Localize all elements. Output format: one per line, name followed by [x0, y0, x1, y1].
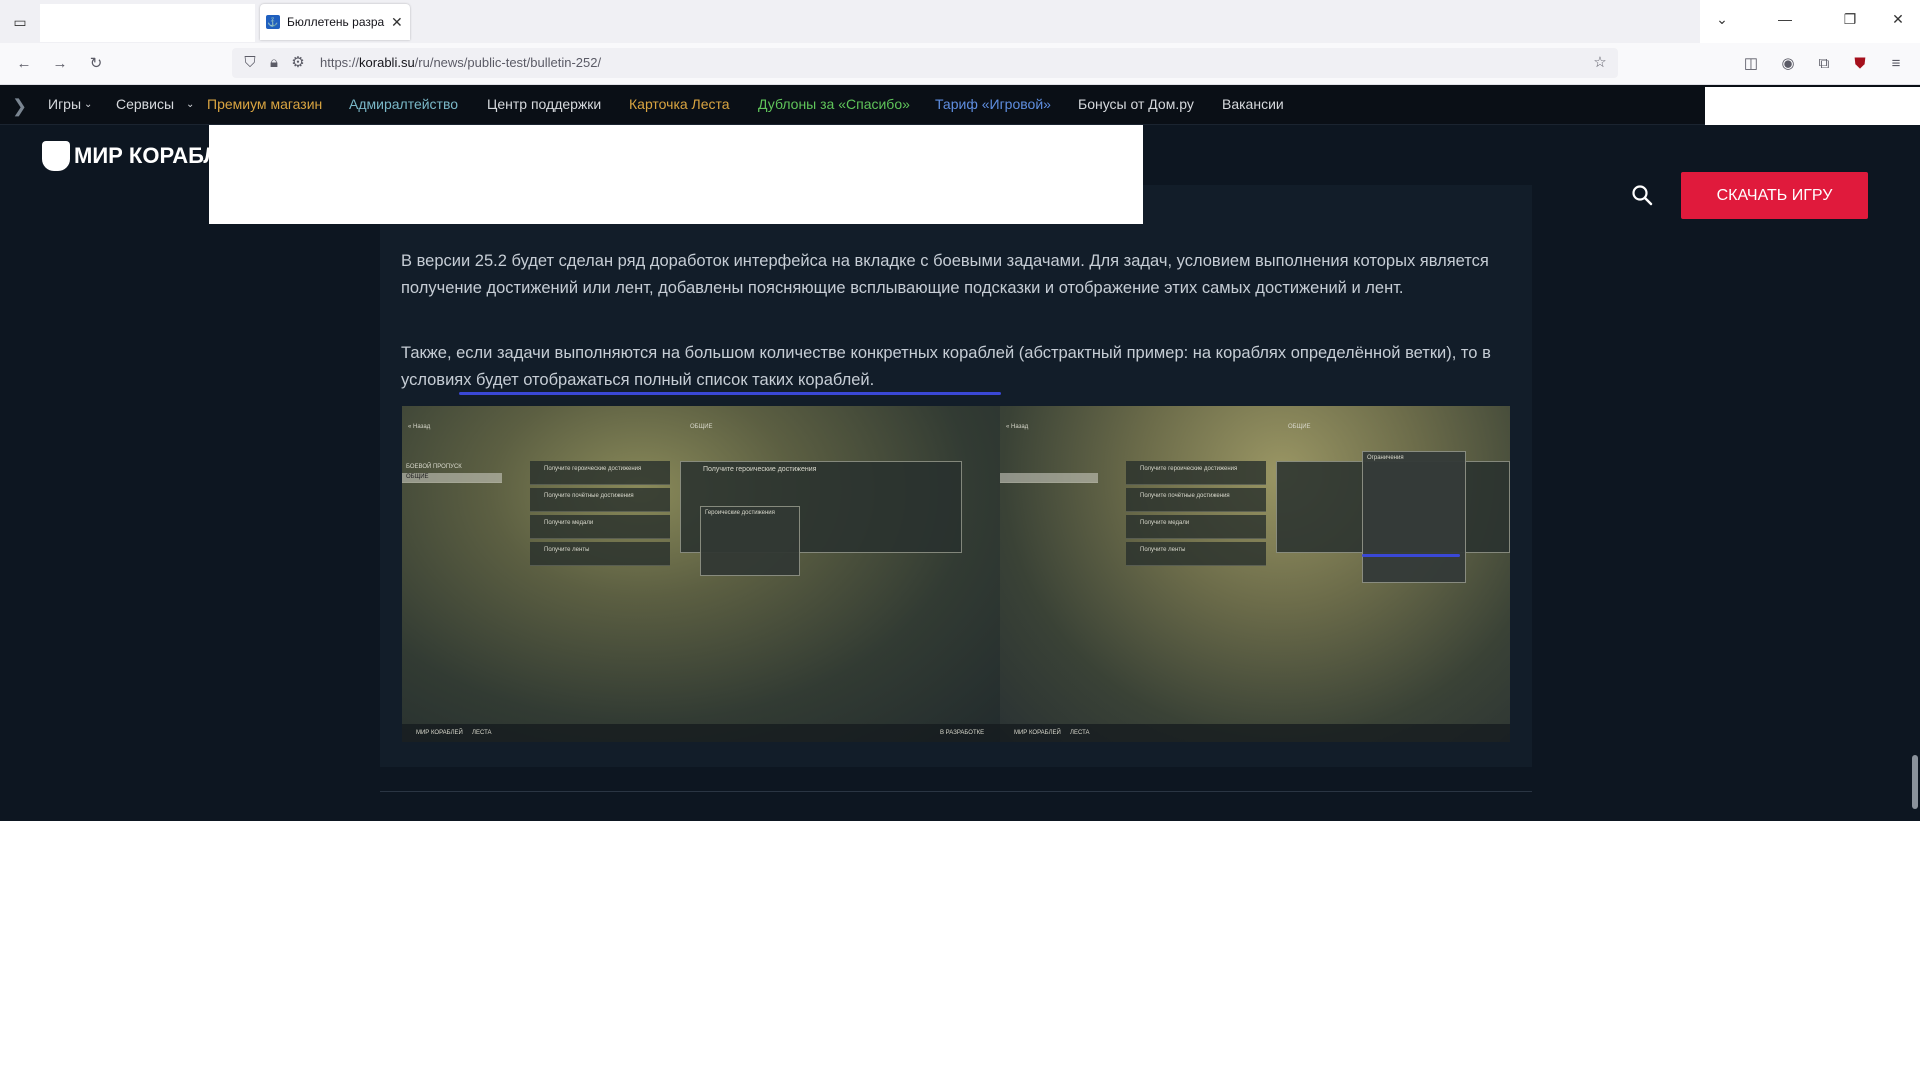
site-viewport: ❯ Игры ⌄ Сервисы ⌄ Премиум магазин Адмиралтей…	[0, 85, 1920, 821]
extensions-icon[interactable]: ⧉	[1814, 54, 1834, 74]
url-path: /ru/news/public-test/bulletin-252/	[414, 55, 602, 70]
topnav-item-2[interactable]: Премиум магазин	[207, 96, 322, 112]
shot-back-label-2: « Назад	[1006, 424, 1029, 430]
download-game-button[interactable]: СКАЧАТЬ ИГРУ	[1681, 172, 1868, 219]
shot-task-4: Получите ленты	[530, 542, 670, 566]
shield-icon[interactable]: ⛉	[240, 53, 260, 73]
minimize-icon[interactable]: —	[1775, 11, 1795, 27]
site-top-nav: ❯ Игры ⌄ Сервисы ⌄ Премиум магазин Адмиралтей…	[0, 85, 1920, 125]
window-controls: ⌄ — ❐ ✕	[1700, 0, 1920, 43]
ublock-shield-icon[interactable]: ⛊	[1850, 54, 1870, 74]
chevron-down-icon[interactable]: ⌄	[84, 99, 92, 110]
reload-icon[interactable]: ↻	[86, 54, 106, 74]
topnav-blank-box	[1705, 87, 1920, 125]
chevron-down-icon[interactable]: ⌄	[186, 99, 194, 110]
site-favicon-icon: ⚓	[266, 15, 280, 29]
browser-tab-active[interactable]: ⚓ Бюллетень разра ✕	[260, 4, 410, 40]
shot-task-b3: Получите медали	[1126, 515, 1266, 539]
topnav-item-3[interactable]: Адмиралтейство	[349, 96, 458, 112]
app-menu-icon[interactable]: ≡	[1886, 54, 1906, 74]
screenshot-achievements-tooltip[interactable]: « Назад ОБЩИЕ БОЕВОЙ ПРОПУСК ОБЩИЕ Получ…	[402, 406, 1000, 742]
screenshot-ship-restrictions[interactable]: « Назад ОБЩИЕ Получите героические дости…	[1000, 406, 1510, 742]
url-host: korabli.su	[359, 55, 415, 70]
tabstrip-blank-area	[40, 4, 255, 42]
url-text[interactable]: https://korabli.su/ru/news/public-test/b…	[320, 55, 601, 70]
text-highlight-underline	[459, 392, 1001, 395]
account-icon[interactable]: ◉	[1778, 54, 1798, 74]
lesta-chevron-icon[interactable]: ❯	[12, 96, 27, 117]
topnav-item-4[interactable]: Центр поддержки	[487, 96, 601, 112]
address-bar[interactable]: ⛉ 🔒︎ ⚙︎ https://korabli.su/ru/news/publi…	[232, 48, 1618, 78]
interface-screenshots[interactable]: « Назад ОБЩИЕ БОЕВОЙ ПРОПУСК ОБЩИЕ Получ…	[402, 406, 1510, 742]
shot-footer: МИР КОРАБЛЕЙ ЛЕСТА В РАЗРАБОТКЕ	[402, 724, 1000, 742]
topnav-item-8[interactable]: Бонусы от Дом.ру	[1078, 96, 1194, 112]
article-paragraph-2: Также, если задачи выполняются на большо…	[401, 344, 1491, 389]
shot-back-label: « Назад	[408, 424, 431, 430]
topnav-item-5[interactable]: Карточка Леста	[629, 96, 730, 112]
shot-header-2: ОБЩИЕ	[1288, 424, 1311, 430]
permissions-icon[interactable]: ⚙︎	[288, 53, 308, 73]
pocket-icon[interactable]: ◫	[1741, 54, 1761, 74]
topnav-item-6[interactable]: Дублоны за «Спасибо»	[758, 96, 910, 112]
back-arrow-icon[interactable]: ←	[14, 54, 34, 74]
topnav-item-1[interactable]: Сервисы	[116, 96, 174, 112]
browser-navbar: ← → ↻ ⛉ 🔒︎ ⚙︎ https://korabli.su/ru/news…	[0, 43, 1920, 85]
url-scheme: https://	[320, 55, 360, 70]
restore-icon[interactable]: ❐	[1840, 11, 1860, 28]
shot-task-1: Получите героические достижения	[530, 461, 670, 485]
list-all-tabs-chevron-icon[interactable]: ⌄	[1712, 11, 1732, 28]
shot-tooltip: Героические достижения	[700, 506, 800, 576]
tab-title: Бюллетень разра	[287, 15, 385, 29]
topnav-item-9[interactable]: Вакансии	[1222, 96, 1284, 112]
logo-emblem-icon	[42, 141, 70, 171]
browser-tabstrip: ▭ ⚓ Бюллетень разра ✕ ⌄ — ❐ ✕	[0, 0, 1920, 43]
page-scrollbar-thumb[interactable]	[1912, 755, 1918, 809]
close-window-icon[interactable]: ✕	[1888, 11, 1908, 28]
shot-sidebar-title: БОЕВОЙ ПРОПУСК	[406, 464, 462, 470]
article-divider	[380, 791, 1532, 792]
shot-restrictions-tooltip: Ограничения	[1362, 451, 1466, 583]
shot-task-b2: Получите почётные достижения	[1126, 488, 1266, 512]
shot-task-2: Получите почётные достижения	[530, 488, 670, 512]
lock-icon[interactable]: 🔒︎	[264, 53, 284, 73]
shot-footer-2: МИР КОРАБЛЕЙ ЛЕСТА	[1000, 724, 1510, 742]
forward-arrow-icon[interactable]: →	[50, 54, 70, 74]
shot-highlight-underline	[1362, 554, 1460, 557]
topnav-item-7[interactable]: Тариф «Игровой»	[935, 96, 1051, 112]
section-heading: Изменения интерфейса боевых задач	[783, 191, 1121, 212]
shot-sidebar-item: ОБЩИЕ	[402, 473, 502, 483]
shot-task-b1: Получите героические достижения	[1126, 461, 1266, 485]
tab-list-icon[interactable]: ▭	[8, 10, 32, 34]
search-icon[interactable]	[1630, 183, 1654, 207]
close-tab-icon[interactable]: ✕	[391, 14, 403, 31]
topnav-item-0[interactable]: Игры	[48, 96, 81, 112]
shot-header: ОБЩИЕ	[690, 424, 713, 430]
shot-task-3: Получите медали	[530, 515, 670, 539]
bookmark-star-icon[interactable]: ☆	[1590, 53, 1610, 73]
shot-task-b4: Получите ленты	[1126, 542, 1266, 566]
shot-sidebar-item-2	[1000, 473, 1098, 483]
article-paragraph-1: В версии 25.2 будет сделан ряд доработок…	[401, 252, 1489, 297]
